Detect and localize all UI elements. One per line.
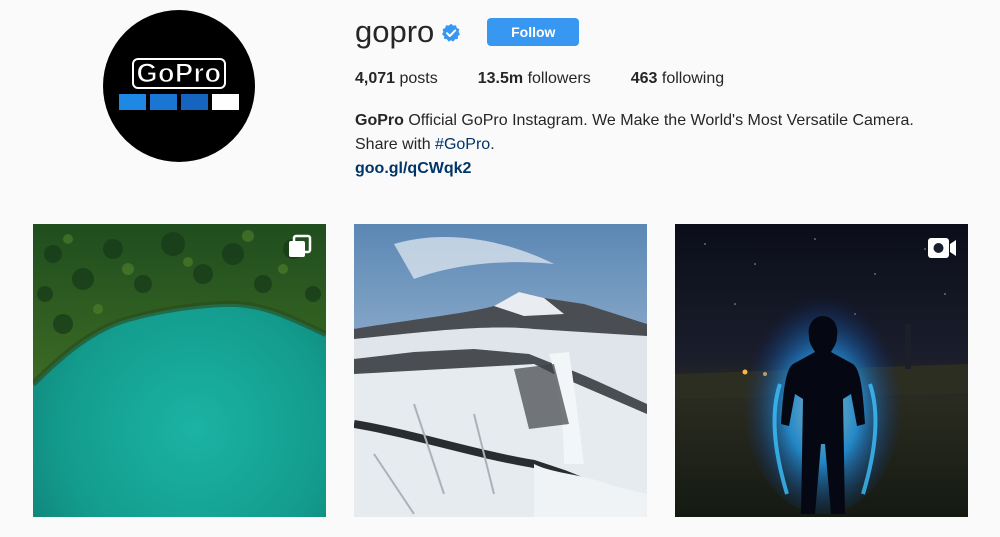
followers-label: followers [527, 70, 591, 87]
bio-name: GoPro [355, 112, 404, 129]
bio-website-link[interactable]: goo.gl/qCWqk2 [355, 157, 955, 181]
post-image-forest-lake [33, 224, 326, 517]
post-thumbnail-2[interactable] [354, 224, 647, 517]
verified-badge-icon [442, 23, 461, 42]
follow-button[interactable]: Follow [487, 18, 580, 46]
following-label: following [661, 70, 725, 87]
gopro-logo-text: GoPro [132, 58, 226, 89]
gopro-logo-squares [119, 94, 239, 110]
following-stat[interactable]: 463 following [631, 70, 724, 88]
post-thumbnail-3[interactable] [675, 224, 968, 517]
post-image-waterfall [354, 224, 647, 517]
profile-title-row: gopro Follow [355, 14, 580, 50]
posts-stat: 4,071 posts [355, 70, 438, 88]
posts-label: posts [399, 70, 438, 87]
profile-stats: 4,071 posts 13.5m followers 463 followin… [355, 70, 764, 88]
followers-stat[interactable]: 13.5m followers [478, 70, 591, 88]
multiple-images-icon [289, 234, 312, 257]
followers-count: 13.5m [477, 70, 524, 87]
following-count: 463 [630, 70, 658, 87]
video-icon [928, 238, 956, 258]
profile-avatar[interactable]: GoPro [103, 10, 255, 162]
profile-bio: GoPro Official GoPro Instagram. We Make … [355, 109, 955, 181]
post-image-glowing-figure [675, 224, 968, 517]
username: gopro [355, 14, 435, 49]
bio-hashtag-link[interactable]: #GoPro [435, 136, 490, 153]
bio-period: . [490, 136, 495, 153]
post-thumbnail-1[interactable] [33, 224, 326, 517]
posts-count: 4,071 [355, 70, 396, 87]
